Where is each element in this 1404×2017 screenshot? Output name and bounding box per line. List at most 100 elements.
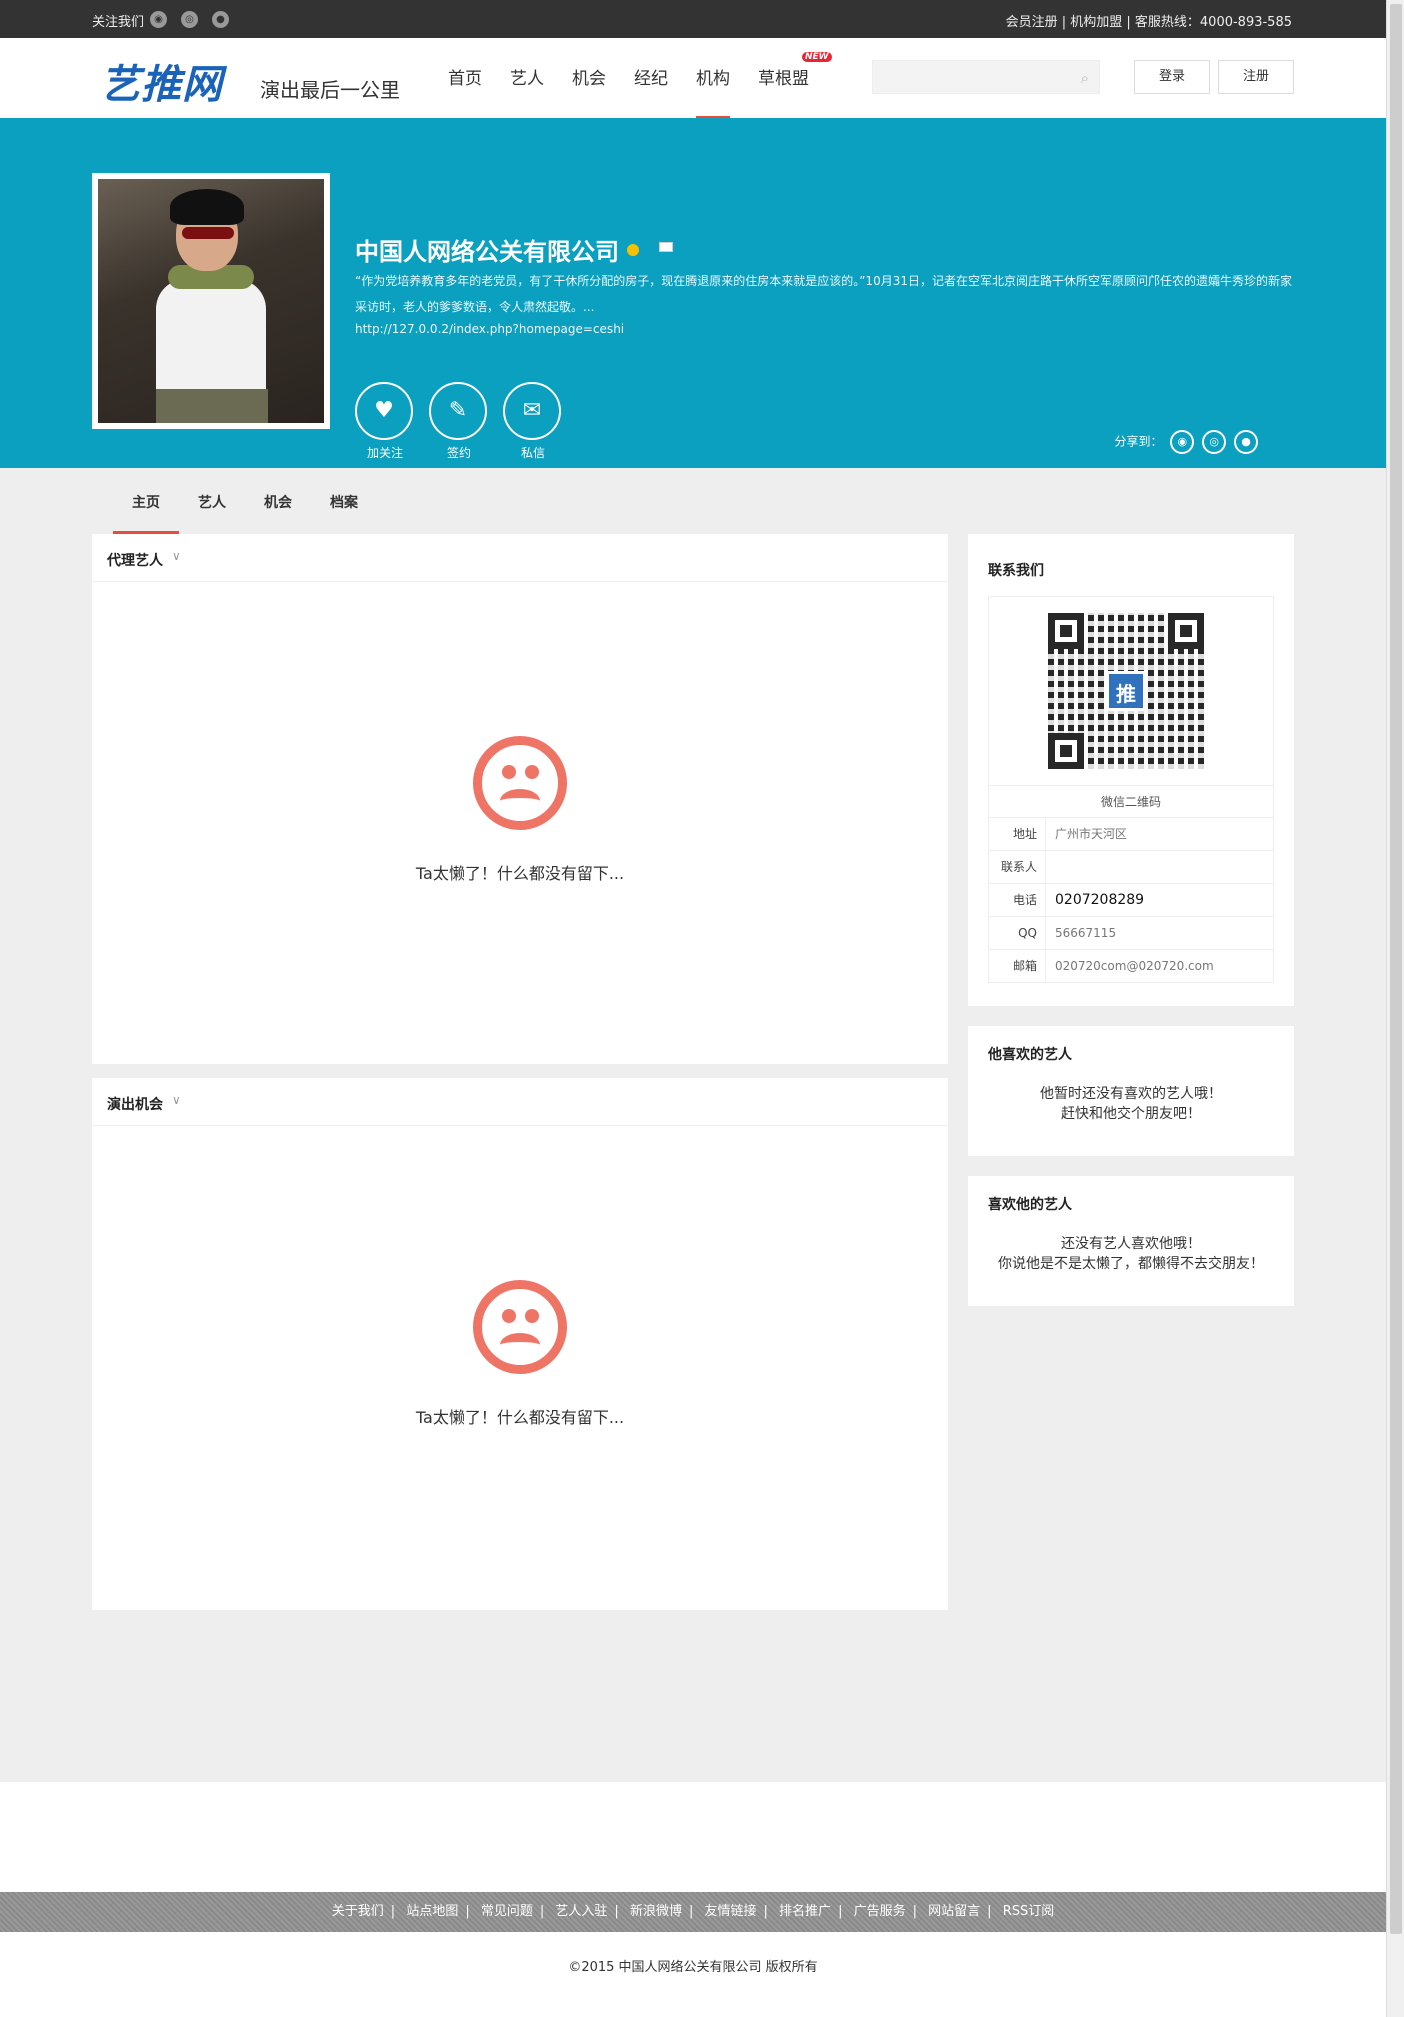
share-tencent-icon[interactable]: ◎: [1202, 430, 1227, 454]
artists-panel: 代理艺人 ∨ Ta太懒了！什么都没有留下...: [92, 534, 948, 1064]
contact-value: 广州市天河区: [1055, 827, 1128, 841]
register-button[interactable]: 注册: [1218, 60, 1294, 94]
liked-artists-msg: 赶快和他交个朋友吧！: [1061, 1106, 1201, 1122]
contact-key: QQ: [989, 917, 1046, 949]
footer-link[interactable]: RSS订阅: [1003, 1904, 1055, 1919]
qr-center-logo: 推: [1106, 671, 1146, 711]
chevron-down-icon: ∨: [172, 549, 181, 563]
nav-artists[interactable]: 艺人: [510, 64, 544, 89]
weibo-icon[interactable]: ◉: [150, 11, 167, 28]
footer-link[interactable]: 广告服务: [854, 1904, 906, 1919]
empty-message: Ta太懒了！什么都没有留下...: [415, 1408, 625, 1427]
wechat-icon[interactable]: ●: [212, 11, 229, 28]
footer-link[interactable]: 站点地图: [406, 1904, 458, 1919]
sign-label: 签约: [446, 446, 471, 460]
scrollbar-thumb[interactable]: [1390, 4, 1402, 1934]
opportunities-panel-header[interactable]: 演出机会 ∨: [92, 1078, 948, 1126]
follow-us-label: 关注我们: [92, 15, 145, 30]
content-area: 主页 艺人 机会 档案 代理艺人 ∨ Ta太懒了！什么都没有留下... 演出机会…: [0, 468, 1386, 1782]
footer-link[interactable]: 新浪微博: [630, 1904, 682, 1919]
nav-home[interactable]: 首页: [448, 64, 482, 89]
search-input[interactable]: ⌕: [872, 60, 1100, 94]
tab-home[interactable]: 主页: [132, 492, 160, 512]
opportunities-panel-title: 演出机会: [107, 1097, 163, 1113]
top-right-links[interactable]: 会员注册 | 机构加盟 | 客服热线：4000-893-585: [1006, 11, 1292, 30]
wechat-qr-code: 推: [1048, 613, 1204, 769]
share-wechat-icon[interactable]: ●: [1234, 430, 1258, 454]
site-logo[interactable]: 艺推网: [100, 52, 223, 110]
footer-link[interactable]: 排名推广: [779, 1904, 831, 1919]
follow-heart-icon: ♥: [355, 382, 413, 440]
follow-button[interactable]: ♥ 加关注: [355, 382, 415, 461]
avatar-photo: [98, 179, 324, 423]
sign-button[interactable]: ✎ 签约: [429, 382, 489, 461]
liked-by-panel: 喜欢他的艺人 还没有艺人喜欢他哦！ 你说他是不是太懒了，都懒得不去交朋友！: [968, 1176, 1294, 1306]
login-button[interactable]: 登录: [1134, 60, 1210, 94]
pen-icon: ✎: [429, 382, 487, 440]
contact-value: 0207208289: [1055, 892, 1145, 908]
message-label: 私信: [520, 446, 545, 460]
sad-face-icon: [473, 736, 567, 830]
top-bar: 关注我们 ◉ ◎ ● 会员注册 | 机构加盟 | 客服热线：4000-893-5…: [0, 0, 1386, 38]
contact-key: 电话: [989, 884, 1046, 916]
liked-by-msg: 还没有艺人喜欢他哦！: [1061, 1236, 1201, 1252]
search-icon[interactable]: ⌕: [1081, 69, 1089, 87]
contact-key: 地址: [989, 818, 1046, 850]
footer-link[interactable]: 友情链接: [705, 1904, 757, 1919]
tab-opportunities[interactable]: 机会: [264, 492, 292, 512]
vertical-scrollbar[interactable]: [1386, 0, 1404, 2017]
profile-banner: 中国人网络公关有限公司 “作为党培养教育多年的老党员，有了干休所分配的房子，现在…: [0, 118, 1386, 468]
contact-key: 邮箱: [989, 950, 1046, 982]
company-description: “作为党培养教育多年的老党员，有了干休所分配的房子，现在腾退原来的住房本来就是应…: [355, 274, 1292, 314]
copyright: ©2015 中国人网络公关有限公司 版权所有: [568, 1960, 818, 1975]
tab-archive[interactable]: 档案: [330, 492, 358, 512]
qr-box: 推: [988, 596, 1274, 786]
artists-panel-header[interactable]: 代理艺人 ∨: [92, 534, 948, 582]
contact-key: 联系人: [989, 851, 1046, 883]
avatar: [92, 173, 330, 429]
contact-row-email: 邮箱 020720com@020720.com: [988, 950, 1274, 983]
contact-row-person: 联系人: [988, 851, 1274, 884]
chevron-down-icon: ∨: [172, 1093, 181, 1107]
tencent-icon[interactable]: ◎: [181, 11, 198, 28]
share-label: 分享到：: [1114, 434, 1163, 449]
opportunities-panel: 演出机会 ∨ Ta太懒了！什么都没有留下...: [92, 1078, 948, 1610]
nav-opportunities[interactable]: 机会: [572, 64, 606, 89]
share-weibo-icon[interactable]: ◉: [1170, 430, 1195, 454]
share-bar: 分享到： ◉ ◎ ●: [1114, 430, 1258, 454]
verified-badge-icon: [627, 244, 639, 256]
tab-artists[interactable]: 艺人: [198, 492, 226, 512]
liked-artists-msg: 他暂时还没有喜欢的艺人哦！: [1040, 1086, 1222, 1102]
follow-label: 加关注: [366, 446, 403, 460]
contact-title: 联系我们: [988, 563, 1044, 579]
message-button[interactable]: ✉ 私信: [503, 382, 563, 461]
contact-row-phone: 电话 0207208289: [988, 884, 1274, 917]
footer-link[interactable]: 常见问题: [481, 1904, 533, 1919]
footer-link[interactable]: 网站留言: [928, 1904, 980, 1919]
contact-value: 56667115: [1055, 926, 1117, 940]
liked-artists-panel: 他喜欢的艺人 他暂时还没有喜欢的艺人哦！ 赶快和他交个朋友吧！: [968, 1026, 1294, 1156]
qr-label: 微信二维码: [988, 786, 1274, 818]
nav-grassroots[interactable]: 草根盟: [758, 64, 809, 89]
liked-artists-title: 他喜欢的艺人: [988, 1047, 1072, 1063]
contact-row-address: 地址 广州市天河区: [988, 818, 1274, 851]
company-name: 中国人网络公关有限公司: [355, 238, 619, 266]
nav-organization[interactable]: 机构: [696, 64, 730, 89]
site-slogan: 演出最后一公里: [260, 78, 400, 102]
liked-by-msg: 你说他是不是太懒了，都懒得不去交朋友！: [998, 1256, 1264, 1272]
contact-panel: 联系我们 推 微信二维码 地址 广州市天河区 联系人 电话 0207208289…: [968, 534, 1294, 1006]
header: 艺推网 演出最后一公里 首页 艺人 机会 经纪 机构 草根盟 NEW ⌕ 登录 …: [0, 38, 1386, 119]
message-badge-icon: [659, 242, 673, 252]
artists-panel-title: 代理艺人: [107, 553, 163, 569]
homepage-url[interactable]: http://127.0.0.2/index.php?homepage=cesh…: [355, 322, 624, 336]
footer-links: 关于我们 | 站点地图 | 常见问题 | 艺人入驻 | 新浪微博 | 友情链接 | 排名推广…: [0, 1892, 1386, 1932]
contact-row-qq: QQ 56667115: [988, 917, 1274, 950]
nav-agency[interactable]: 经纪: [634, 64, 668, 89]
liked-by-title: 喜欢他的艺人: [988, 1197, 1072, 1213]
new-badge: NEW: [802, 52, 832, 62]
sad-face-icon: [473, 1280, 567, 1374]
footer-link[interactable]: 艺人入驻: [555, 1904, 607, 1919]
contact-value[interactable]: 020720com@020720.com: [1055, 950, 1214, 983]
footer-link[interactable]: 关于我们: [332, 1904, 384, 1919]
empty-message: Ta太懒了！什么都没有留下...: [415, 864, 625, 883]
